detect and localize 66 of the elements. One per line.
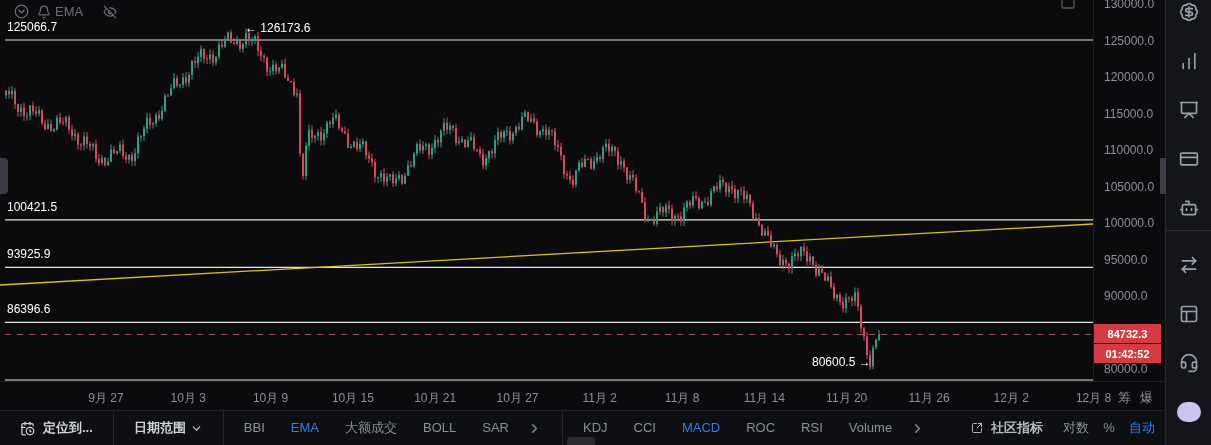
time-axis-label: 10月 27 bbox=[496, 390, 539, 407]
price-axis-label: 105000.0 bbox=[1104, 180, 1155, 193]
right-handle[interactable] bbox=[1160, 158, 1166, 194]
avatar-icon[interactable] bbox=[1176, 402, 1201, 422]
time-axis-label: 11月 26 bbox=[908, 390, 950, 407]
countdown-tag: 01:42:52 bbox=[1094, 344, 1161, 364]
price-line-label: 93925.9 bbox=[7, 248, 51, 261]
price-axis-label: 120000.0 bbox=[1104, 71, 1155, 83]
layout-icon[interactable] bbox=[1178, 304, 1199, 324]
price-axis-label: 125000.0 bbox=[1104, 34, 1155, 47]
price-axis-label: 110000.0 bbox=[1104, 144, 1154, 156]
card-icon[interactable] bbox=[1178, 149, 1199, 169]
indicator-tab[interactable]: 大额成交 bbox=[345, 418, 397, 438]
eye-off-icon[interactable] bbox=[103, 4, 118, 19]
price-axis-label: 130000.0 bbox=[1104, 0, 1155, 10]
external-link-icon bbox=[971, 422, 984, 434]
scale-option[interactable]: 对数 bbox=[1063, 418, 1090, 438]
indicator-tab[interactable]: EMA bbox=[290, 418, 319, 438]
scale-option[interactable]: 自动 bbox=[1128, 418, 1155, 438]
dollar-icon[interactable] bbox=[1178, 2, 1199, 22]
time-axis-label: 11月 20 bbox=[826, 390, 868, 407]
time-axis-label: 10月 15 bbox=[331, 390, 374, 407]
robot-icon[interactable] bbox=[1178, 198, 1199, 218]
price-annotation: 80600.5 → bbox=[812, 356, 871, 368]
indicator-tab[interactable]: KDJ bbox=[582, 418, 608, 438]
collapse-icon[interactable] bbox=[14, 4, 29, 20]
indicator-tab[interactable]: Volume bbox=[848, 418, 893, 438]
presentation-icon[interactable] bbox=[1178, 100, 1199, 120]
bell-icon[interactable] bbox=[37, 4, 51, 19]
time-axis-label: 10月 21 bbox=[414, 390, 457, 407]
headset-icon[interactable] bbox=[1178, 353, 1199, 373]
time-axis-label: 11月 8 bbox=[664, 390, 700, 407]
time-axis-label: 9月 27 bbox=[88, 390, 124, 407]
price-line-label: 100421.5 bbox=[7, 200, 58, 213]
indicator-tab[interactable]: BOLL bbox=[423, 418, 457, 438]
price-annotation: ← 126173.6 bbox=[245, 22, 311, 34]
community-indicators-button[interactable]: 社区指标 bbox=[971, 418, 1044, 438]
time-axis-label: 12月 8 bbox=[1075, 390, 1112, 407]
time-axis-label: 11月 2 bbox=[582, 390, 618, 407]
time-axis-label: 10月 9 bbox=[252, 390, 289, 407]
left-handle[interactable] bbox=[0, 158, 8, 194]
scale-option[interactable]: % bbox=[1103, 418, 1115, 438]
indicator-tab[interactable]: RSI bbox=[801, 418, 823, 438]
axis-button[interactable]: 筹 bbox=[1118, 388, 1131, 408]
indicator-tab[interactable]: ROC bbox=[746, 418, 776, 438]
date-range-dropdown[interactable]: 日期范围 bbox=[113, 411, 224, 445]
calendar-icon bbox=[20, 420, 35, 436]
indicator-tab[interactable]: CCI bbox=[633, 418, 656, 438]
time-axis-label: 11月 14 bbox=[743, 390, 785, 407]
price-axis-label: 90000.0 bbox=[1104, 290, 1148, 302]
locate-button[interactable]: 定位到... bbox=[0, 411, 114, 445]
price-axis-label: 100000.0 bbox=[1104, 217, 1155, 229]
indicator-tab[interactable]: MACD bbox=[681, 418, 721, 438]
price-axis-label: 80000.0 bbox=[1104, 363, 1148, 375]
indicator-tab[interactable]: SAR bbox=[482, 418, 509, 438]
price-axis-label: 95000.0 bbox=[1104, 253, 1148, 266]
panel-handle[interactable] bbox=[567, 437, 595, 445]
time-axis-label: 10月 3 bbox=[170, 390, 206, 407]
price-axis-label: 115000.0 bbox=[1104, 107, 1154, 120]
price-line-label: 86396.6 bbox=[7, 303, 51, 316]
price-line-label: 125066.7 bbox=[7, 21, 58, 33]
axis-button[interactable]: 爆 bbox=[1140, 388, 1153, 408]
last-price-tag: 84732.3 bbox=[1094, 324, 1161, 344]
time-axis-label: 12月 2 bbox=[993, 390, 1029, 407]
indicator-tab[interactable]: BBI bbox=[243, 418, 265, 438]
indicator-label: EMA bbox=[55, 3, 84, 21]
